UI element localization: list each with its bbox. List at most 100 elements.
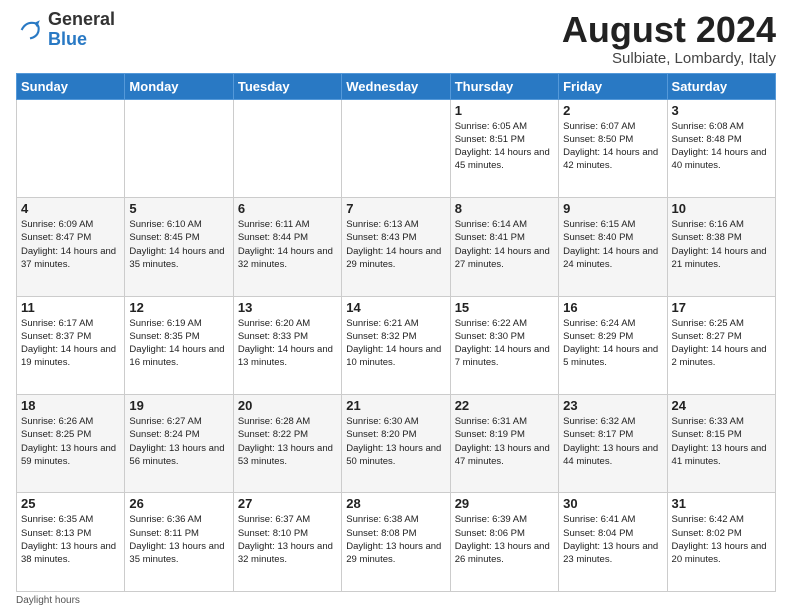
month-title: August 2024 — [562, 10, 776, 50]
weekday-header: Sunday — [17, 73, 125, 99]
day-info: Sunrise: 6:31 AM Sunset: 8:19 PM Dayligh… — [455, 415, 554, 468]
title-block: August 2024 Sulbiate, Lombardy, Italy — [562, 10, 776, 67]
day-info: Sunrise: 6:41 AM Sunset: 8:04 PM Dayligh… — [563, 513, 662, 566]
day-number: 28 — [346, 496, 445, 511]
page: General Blue August 2024 Sulbiate, Lomba… — [0, 0, 792, 612]
day-info: Sunrise: 6:32 AM Sunset: 8:17 PM Dayligh… — [563, 415, 662, 468]
calendar-cell — [233, 99, 341, 197]
day-info: Sunrise: 6:26 AM Sunset: 8:25 PM Dayligh… — [21, 415, 120, 468]
day-number: 9 — [563, 201, 662, 216]
location-subtitle: Sulbiate, Lombardy, Italy — [562, 50, 776, 67]
day-info: Sunrise: 6:36 AM Sunset: 8:11 PM Dayligh… — [129, 513, 228, 566]
day-number: 7 — [346, 201, 445, 216]
calendar-table: SundayMondayTuesdayWednesdayThursdayFrid… — [16, 73, 776, 592]
calendar-cell: 27 Sunrise: 6:37 AM Sunset: 8:10 PM Dayli… — [233, 493, 341, 592]
day-info: Sunrise: 6:39 AM Sunset: 8:06 PM Dayligh… — [455, 513, 554, 566]
calendar-cell: 15 Sunrise: 6:22 AM Sunset: 8:30 PM Dayli… — [450, 296, 558, 394]
weekday-header: Tuesday — [233, 73, 341, 99]
day-info: Sunrise: 6:22 AM Sunset: 8:30 PM Dayligh… — [455, 317, 554, 370]
day-number: 30 — [563, 496, 662, 511]
day-number: 2 — [563, 103, 662, 118]
day-number: 5 — [129, 201, 228, 216]
calendar-cell: 11Sunrise: 6:17 AM Sunset: 8:37 PM Dayli… — [17, 296, 125, 394]
day-info: Sunrise: 6:19 AM Sunset: 8:35 PM Dayligh… — [129, 317, 228, 370]
day-info: Sunrise: 6:14 AM Sunset: 8:41 PM Dayligh… — [455, 218, 554, 271]
calendar-cell: 30 Sunrise: 6:41 AM Sunset: 8:04 PM Dayli… — [559, 493, 667, 592]
day-number: 12 — [129, 300, 228, 315]
logo-text: General Blue — [48, 10, 115, 50]
calendar-cell: 10 Sunrise: 6:16 AM Sunset: 8:38 PM Dayli… — [667, 198, 775, 296]
calendar-cell: 1 Sunrise: 6:05 AM Sunset: 8:51 PM Daylig… — [450, 99, 558, 197]
day-number: 18 — [21, 398, 120, 413]
day-number: 29 — [455, 496, 554, 511]
calendar-week-row: 4 Sunrise: 6:09 AM Sunset: 8:47 PM Daylig… — [17, 198, 776, 296]
calendar-cell: 8 Sunrise: 6:14 AM Sunset: 8:41 PM Daylig… — [450, 198, 558, 296]
day-number: 22 — [455, 398, 554, 413]
calendar-cell: 7Sunrise: 6:13 AM Sunset: 8:43 PM Daylig… — [342, 198, 450, 296]
calendar-week-row: 11Sunrise: 6:17 AM Sunset: 8:37 PM Dayli… — [17, 296, 776, 394]
calendar-cell — [125, 99, 233, 197]
calendar-header-row: SundayMondayTuesdayWednesdayThursdayFrid… — [17, 73, 776, 99]
day-info: Sunrise: 6:16 AM Sunset: 8:38 PM Dayligh… — [672, 218, 771, 271]
day-info: Sunrise: 6:24 AM Sunset: 8:29 PM Dayligh… — [563, 317, 662, 370]
logo-line2: Blue — [48, 30, 115, 50]
calendar-cell: 16Sunrise: 6:24 AM Sunset: 8:29 PM Dayli… — [559, 296, 667, 394]
day-info: Sunrise: 6:20 AM Sunset: 8:33 PM Dayligh… — [238, 317, 337, 370]
day-info: Sunrise: 6:08 AM Sunset: 8:48 PM Dayligh… — [672, 120, 771, 173]
day-info: Sunrise: 6:15 AM Sunset: 8:40 PM Dayligh… — [563, 218, 662, 271]
day-info: Sunrise: 6:07 AM Sunset: 8:50 PM Dayligh… — [563, 120, 662, 173]
calendar-cell: 26Sunrise: 6:36 AM Sunset: 8:11 PM Dayli… — [125, 493, 233, 592]
weekday-header: Saturday — [667, 73, 775, 99]
weekday-header: Thursday — [450, 73, 558, 99]
day-number: 1 — [455, 103, 554, 118]
day-number: 10 — [672, 201, 771, 216]
calendar-cell: 12 Sunrise: 6:19 AM Sunset: 8:35 PM Dayli… — [125, 296, 233, 394]
day-number: 23 — [563, 398, 662, 413]
logo: General Blue — [16, 10, 115, 50]
day-number: 25 — [21, 496, 120, 511]
day-number: 15 — [455, 300, 554, 315]
calendar-cell: 9 Sunrise: 6:15 AM Sunset: 8:40 PM Daylig… — [559, 198, 667, 296]
header: General Blue August 2024 Sulbiate, Lomba… — [16, 10, 776, 67]
calendar-cell — [342, 99, 450, 197]
logo-line1: General — [48, 10, 115, 30]
day-info: Sunrise: 6:11 AM Sunset: 8:44 PM Dayligh… — [238, 218, 337, 271]
calendar-cell: 14 Sunrise: 6:21 AM Sunset: 8:32 PM Dayli… — [342, 296, 450, 394]
day-info: Sunrise: 6:28 AM Sunset: 8:22 PM Dayligh… — [238, 415, 337, 468]
day-info: Sunrise: 6:27 AM Sunset: 8:24 PM Dayligh… — [129, 415, 228, 468]
calendar-cell: 18 Sunrise: 6:26 AM Sunset: 8:25 PM Dayli… — [17, 395, 125, 493]
day-number: 17 — [672, 300, 771, 315]
calendar-cell: 23 Sunrise: 6:32 AM Sunset: 8:17 PM Dayli… — [559, 395, 667, 493]
day-number: 6 — [238, 201, 337, 216]
day-info: Sunrise: 6:37 AM Sunset: 8:10 PM Dayligh… — [238, 513, 337, 566]
calendar-cell: 21 Sunrise: 6:30 AM Sunset: 8:20 PM Dayli… — [342, 395, 450, 493]
day-number: 14 — [346, 300, 445, 315]
calendar-cell: 22 Sunrise: 6:31 AM Sunset: 8:19 PM Dayli… — [450, 395, 558, 493]
calendar-cell: 28Sunrise: 6:38 AM Sunset: 8:08 PM Dayli… — [342, 493, 450, 592]
day-number: 8 — [455, 201, 554, 216]
calendar-cell — [17, 99, 125, 197]
calendar-cell: 24 Sunrise: 6:33 AM Sunset: 8:15 PM Dayli… — [667, 395, 775, 493]
calendar-cell: 5Sunrise: 6:10 AM Sunset: 8:45 PM Daylig… — [125, 198, 233, 296]
footer-note: Daylight hours — [16, 595, 776, 606]
day-number: 20 — [238, 398, 337, 413]
weekday-header: Friday — [559, 73, 667, 99]
calendar-cell: 17 Sunrise: 6:25 AM Sunset: 8:27 PM Dayli… — [667, 296, 775, 394]
day-info: Sunrise: 6:09 AM Sunset: 8:47 PM Dayligh… — [21, 218, 120, 271]
day-info: Sunrise: 6:21 AM Sunset: 8:32 PM Dayligh… — [346, 317, 445, 370]
day-number: 27 — [238, 496, 337, 511]
day-info: Sunrise: 6:25 AM Sunset: 8:27 PM Dayligh… — [672, 317, 771, 370]
calendar-cell: 6 Sunrise: 6:11 AM Sunset: 8:44 PM Daylig… — [233, 198, 341, 296]
day-number: 24 — [672, 398, 771, 413]
calendar-cell: 20 Sunrise: 6:28 AM Sunset: 8:22 PM Dayli… — [233, 395, 341, 493]
calendar-cell: 2 Sunrise: 6:07 AM Sunset: 8:50 PM Daylig… — [559, 99, 667, 197]
calendar-cell: 29 Sunrise: 6:39 AM Sunset: 8:06 PM Dayli… — [450, 493, 558, 592]
calendar-week-row: 18 Sunrise: 6:26 AM Sunset: 8:25 PM Dayli… — [17, 395, 776, 493]
day-info: Sunrise: 6:30 AM Sunset: 8:20 PM Dayligh… — [346, 415, 445, 468]
day-info: Sunrise: 6:33 AM Sunset: 8:15 PM Dayligh… — [672, 415, 771, 468]
calendar-cell: 3 Sunrise: 6:08 AM Sunset: 8:48 PM Daylig… — [667, 99, 775, 197]
day-info: Sunrise: 6:05 AM Sunset: 8:51 PM Dayligh… — [455, 120, 554, 173]
day-number: 4 — [21, 201, 120, 216]
day-number: 21 — [346, 398, 445, 413]
day-number: 3 — [672, 103, 771, 118]
